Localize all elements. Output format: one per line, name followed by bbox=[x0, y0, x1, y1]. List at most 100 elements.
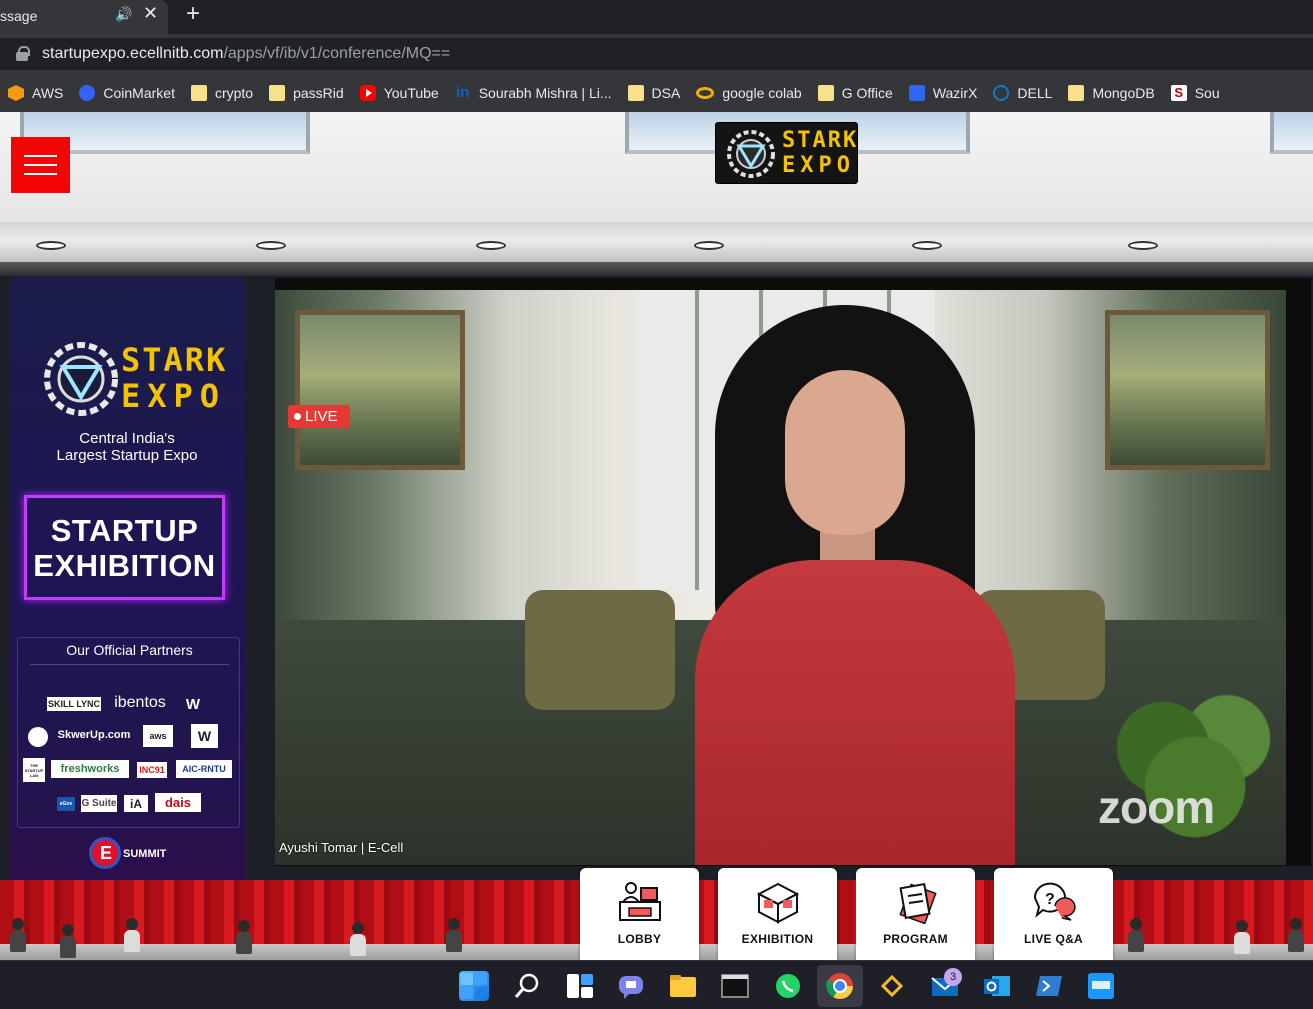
speaker-name: Ayushi Tomar | E-Cell bbox=[279, 840, 404, 855]
partner-logo: W bbox=[191, 724, 218, 748]
chrome-icon[interactable] bbox=[825, 971, 855, 1001]
arc-reactor-icon bbox=[44, 342, 118, 416]
tagline-line: Central India's bbox=[79, 430, 175, 447]
powershell-icon[interactable] bbox=[1034, 971, 1064, 1001]
bookmark-label: DELL bbox=[1017, 85, 1053, 101]
brand-top-text: STARK bbox=[121, 341, 228, 379]
hamburger-menu-button[interactable] bbox=[11, 137, 70, 193]
bookmark-colab[interactable]: google colab bbox=[696, 79, 802, 107]
exhibition-booth-icon bbox=[756, 882, 799, 924]
prime-video-icon[interactable] bbox=[1086, 971, 1116, 1001]
exhibit-line: EXHIBITION bbox=[33, 547, 216, 583]
audience-member bbox=[60, 936, 76, 958]
folder-icon bbox=[627, 85, 644, 101]
lobby-button[interactable]: LOBBY bbox=[580, 868, 699, 960]
youtube-icon bbox=[359, 85, 376, 101]
audience-member bbox=[236, 932, 252, 954]
audience-member bbox=[352, 922, 364, 934]
virtual-venue: STARK EXPO STARK EXPO Central India's La… bbox=[0, 112, 1313, 960]
wall-shadow bbox=[0, 262, 1313, 276]
screen: ssage 🔊 ✕ + startupexpo.ecellnitb.com/ap… bbox=[0, 0, 1313, 1009]
ceiling-light bbox=[694, 241, 724, 250]
partner-logo: ibentos bbox=[114, 694, 166, 711]
nav-label: LIVE Q&A bbox=[1023, 932, 1084, 946]
live-qa-button[interactable]: ? LIVE Q&A bbox=[994, 868, 1113, 960]
wazirx-icon bbox=[908, 85, 925, 101]
brand-bottom-text: EXPO bbox=[121, 377, 227, 415]
browser-tab[interactable]: ssage 🔊 ✕ bbox=[0, 0, 168, 34]
search-icon[interactable] bbox=[512, 971, 542, 1001]
bookmark-sou[interactable]: S Sou bbox=[1170, 79, 1220, 107]
audience-member bbox=[62, 924, 74, 936]
background-plant bbox=[1115, 670, 1275, 865]
esummit-word: SUMMIT bbox=[123, 848, 167, 860]
bookmarks-bar: AWS CoinMarket crypto passRid YouTube in… bbox=[0, 74, 1313, 112]
skylight bbox=[1270, 112, 1313, 154]
svg-text:?: ? bbox=[1045, 891, 1055, 908]
bookmark-dsa[interactable]: DSA bbox=[627, 79, 680, 107]
bookmark-g-office[interactable]: G Office bbox=[817, 79, 893, 107]
partner-logo: G Suite bbox=[81, 795, 117, 812]
s-icon: S bbox=[1170, 85, 1187, 101]
bookmark-dell[interactable]: DELL bbox=[993, 79, 1052, 107]
teams-chat-icon[interactable] bbox=[616, 971, 646, 1001]
esummit-letter: E bbox=[100, 843, 113, 863]
bookmark-wazirx[interactable]: WazirX bbox=[908, 79, 977, 107]
cushion bbox=[525, 590, 675, 710]
audience-member bbox=[350, 934, 366, 956]
bookmark-label: Sou bbox=[1194, 85, 1220, 101]
esummit-badge: E bbox=[89, 837, 121, 869]
outlook-icon[interactable] bbox=[982, 971, 1012, 1001]
bookmark-youtube[interactable]: YouTube bbox=[359, 79, 439, 107]
bookmark-passrid[interactable]: passRid bbox=[269, 79, 344, 107]
banner-logo: STARK EXPO bbox=[41, 339, 225, 419]
audience-member bbox=[1288, 930, 1304, 952]
bookmark-label: MongoDB bbox=[1092, 85, 1155, 101]
mail-badge: 3 bbox=[944, 968, 962, 986]
folder-icon bbox=[269, 85, 286, 101]
exhibition-button[interactable]: EXHIBITION bbox=[718, 868, 837, 960]
audience-member bbox=[10, 930, 26, 952]
url-host: startupexpo.ecellnitb.com bbox=[42, 45, 224, 62]
exhibit-line: STARTUP bbox=[50, 512, 199, 548]
file-explorer-icon[interactable] bbox=[668, 971, 698, 1001]
bookmark-crypto[interactable]: crypto bbox=[190, 79, 254, 107]
bookmark-coinmarket[interactable]: CoinMarket bbox=[79, 79, 175, 107]
ceiling-beam bbox=[0, 222, 1313, 262]
bookmark-label: passRid bbox=[293, 85, 344, 101]
partner-logo: INC91 bbox=[137, 762, 167, 778]
partner-logo: freshworks bbox=[51, 760, 129, 778]
windows-start-icon[interactable] bbox=[459, 971, 489, 1001]
folder-icon bbox=[817, 85, 834, 101]
speaker-face bbox=[785, 370, 905, 535]
nav-label: LOBBY bbox=[617, 932, 662, 946]
linkedin-icon: in bbox=[456, 84, 470, 101]
tab-title: ssage bbox=[0, 8, 38, 24]
plus-icon[interactable]: + bbox=[186, 0, 200, 28]
binance-icon[interactable] bbox=[877, 971, 907, 1001]
zoom-watermark: zoom bbox=[1098, 781, 1215, 833]
dell-icon bbox=[993, 85, 1010, 101]
close-icon[interactable]: ✕ bbox=[143, 3, 158, 24]
audience-member bbox=[1234, 932, 1250, 954]
partner-logo: dais bbox=[155, 793, 201, 812]
audience-member bbox=[1236, 920, 1248, 932]
bookmark-linkedin[interactable]: in Sourabh Mishra | Li... bbox=[455, 79, 611, 107]
bookmark-aws[interactable]: AWS bbox=[8, 79, 63, 107]
whatsapp-icon[interactable] bbox=[773, 971, 803, 1001]
video-frame: zoom LIVE Ayushi Tomar | E-Cell bbox=[275, 278, 1311, 866]
live-video-stream[interactable]: zoom bbox=[275, 290, 1286, 865]
tagline: Central India's Largest Startup Expo bbox=[9, 430, 245, 464]
program-button[interactable]: PROGRAM bbox=[856, 868, 975, 960]
speaker-icon[interactable]: 🔊 bbox=[115, 6, 132, 23]
omnibox[interactable]: startupexpo.ecellnitb.com/apps/vf/ib/v1/… bbox=[0, 38, 1313, 70]
bookmark-mongodb[interactable]: MongoDB bbox=[1068, 79, 1155, 107]
url-text[interactable]: startupexpo.ecellnitb.com/apps/vf/ib/v1/… bbox=[42, 45, 450, 63]
folder-icon bbox=[190, 85, 207, 101]
bookmark-label: crypto bbox=[214, 85, 254, 101]
terminal-icon[interactable] bbox=[720, 971, 750, 1001]
audience-member bbox=[238, 920, 250, 932]
widgets-icon[interactable] bbox=[565, 971, 595, 1001]
partner-logo: SkwerUp.com bbox=[57, 729, 131, 741]
lock-icon[interactable] bbox=[16, 46, 30, 61]
